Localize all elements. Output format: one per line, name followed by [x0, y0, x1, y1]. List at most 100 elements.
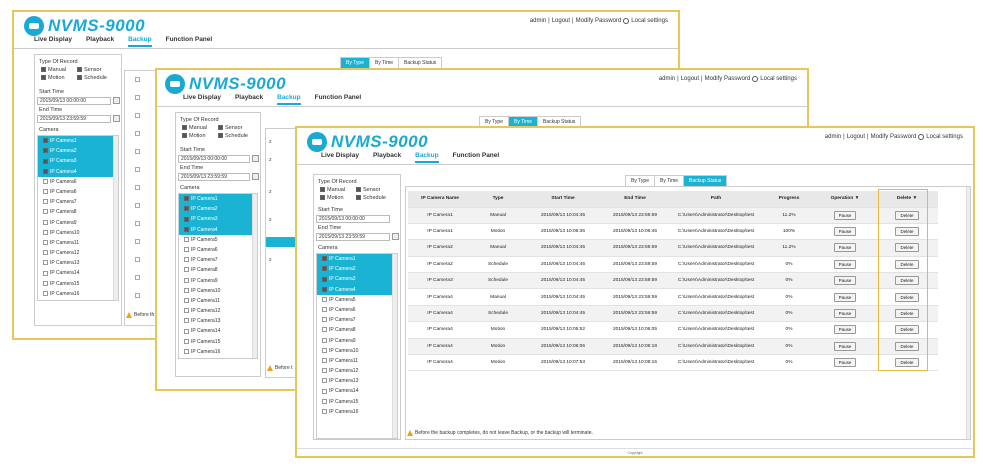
camera-list-item[interactable]: IP Camera2: [179, 204, 257, 215]
camera-list-item[interactable]: IP Camera15: [317, 397, 397, 407]
camera-list-item[interactable]: IP Camera10: [317, 346, 397, 356]
tab-by-type[interactable]: By Type: [341, 58, 370, 68]
camera-list-item[interactable]: IP Camera4: [317, 284, 397, 295]
pause-button[interactable]: Pause: [833, 276, 857, 286]
nav-live-display[interactable]: Live Display: [183, 94, 221, 105]
logout-link[interactable]: Logout: [847, 134, 865, 140]
start-time-input[interactable]: 2015/09/13 00:00:00: [316, 215, 390, 223]
calendar-icon[interactable]: [252, 173, 259, 180]
camera-list-item[interactable]: IP Camera9: [38, 218, 118, 228]
nav-live-display[interactable]: Live Display: [321, 152, 359, 163]
camera-list-item[interactable]: IP Camera3: [38, 156, 118, 167]
camera-list-item[interactable]: IP Camera9: [317, 336, 397, 346]
camera-list-item[interactable]: IP Camera16: [317, 407, 397, 417]
camera-list-item[interactable]: IP Camera8: [179, 265, 257, 275]
camera-list-item[interactable]: IP Camera11: [179, 296, 257, 306]
pause-button[interactable]: Pause: [833, 309, 857, 319]
camera-list-item[interactable]: IP Camera13: [38, 258, 118, 268]
row-checkbox[interactable]: [135, 131, 140, 136]
camera-list-item[interactable]: IP Camera4: [179, 224, 257, 235]
tab-backup-status[interactable]: Backup Status: [399, 58, 441, 68]
camera-list-item[interactable]: IP Camera14: [317, 386, 397, 396]
camera-list-item[interactable]: IP Camera13: [317, 376, 397, 386]
row-checkbox[interactable]: [135, 257, 140, 262]
row-checkbox[interactable]: [135, 95, 140, 100]
camera-list-item[interactable]: IP Camera3: [179, 214, 257, 225]
pause-button[interactable]: Pause: [833, 210, 857, 220]
camera-list-item[interactable]: IP Camera1: [179, 194, 257, 205]
camera-list-item[interactable]: IP Camera16: [38, 289, 118, 299]
camera-list-item[interactable]: IP Camera6: [38, 177, 118, 187]
nav-playback[interactable]: Playback: [235, 94, 263, 105]
camera-list-item[interactable]: IP Camera7: [38, 197, 118, 207]
checkbox-sensor[interactable]: Sensor: [77, 67, 101, 73]
tab-by-time[interactable]: By Time: [655, 176, 685, 186]
camera-list-item[interactable]: IP Camera6: [317, 305, 397, 315]
camera-list-item[interactable]: IP Camera10: [179, 286, 257, 296]
camera-list-item[interactable]: IP Camera11: [317, 356, 397, 366]
checkbox-manual[interactable]: Manual: [320, 187, 345, 193]
camera-list-item[interactable]: IP Camera3: [317, 274, 397, 285]
camera-list-item[interactable]: IP Camera7: [317, 315, 397, 325]
checkbox-motion[interactable]: Motion: [182, 133, 206, 139]
nav-backup[interactable]: Backup: [415, 152, 439, 163]
tab-by-time[interactable]: By Time: [370, 58, 400, 68]
checkbox-motion[interactable]: Motion: [320, 195, 344, 201]
nav-playback[interactable]: Playback: [373, 152, 401, 163]
calendar-icon[interactable]: [113, 97, 120, 104]
checkbox-sensor[interactable]: Sensor: [218, 125, 242, 131]
scrollbar[interactable]: [113, 136, 118, 300]
checkbox-schedule[interactable]: Schedule: [218, 133, 248, 139]
local-settings-link[interactable]: Local settings: [631, 18, 668, 24]
camera-list-item[interactable]: IP Camera14: [179, 326, 257, 336]
row-checkbox[interactable]: [135, 293, 140, 298]
col-operation[interactable]: Operation ▼: [814, 191, 876, 208]
checkbox-schedule[interactable]: Schedule: [356, 195, 386, 201]
row-checkbox[interactable]: [135, 203, 140, 208]
calendar-icon[interactable]: [113, 115, 120, 122]
modify-password-link[interactable]: Modify Password: [576, 18, 622, 24]
nav-backup[interactable]: Backup: [128, 36, 152, 47]
camera-list-item[interactable]: IP Camera5: [179, 235, 257, 245]
camera-list-item[interactable]: IP Camera7: [179, 255, 257, 265]
modify-password-link[interactable]: Modify Password: [705, 76, 751, 82]
camera-list-item[interactable]: IP Camera12: [179, 306, 257, 316]
tab-backup-status[interactable]: Backup Status: [684, 176, 727, 186]
nav-live-display[interactable]: Live Display: [34, 36, 72, 47]
camera-list-item[interactable]: IP Camera6: [38, 187, 118, 197]
logout-link[interactable]: Logout: [552, 18, 570, 24]
row-checkbox[interactable]: [135, 149, 140, 154]
start-time-input[interactable]: 2015/09/13 00:00:00: [37, 97, 111, 105]
camera-list-item[interactable]: IP Camera12: [317, 366, 397, 376]
local-settings-link[interactable]: Local settings: [926, 134, 963, 140]
camera-list-item[interactable]: IP Camera2: [38, 146, 118, 157]
row-checkbox[interactable]: [135, 239, 140, 244]
camera-list-item[interactable]: IP Camera15: [38, 279, 118, 289]
modify-password-link[interactable]: Modify Password: [871, 134, 917, 140]
pause-button[interactable]: Pause: [833, 227, 857, 237]
scrollbar[interactable]: [966, 187, 970, 439]
tab-by-type[interactable]: By Type: [626, 176, 655, 186]
camera-list-item[interactable]: IP Camera12: [38, 248, 118, 258]
row-checkbox[interactable]: [135, 221, 140, 226]
nav-playback[interactable]: Playback: [86, 36, 114, 47]
checkbox-schedule[interactable]: Schedule: [77, 75, 107, 81]
calendar-icon[interactable]: [252, 155, 259, 162]
checkbox-motion[interactable]: Motion: [41, 75, 65, 81]
checkbox-sensor[interactable]: Sensor: [356, 187, 380, 193]
camera-list-item[interactable]: IP Camera16: [179, 347, 257, 357]
camera-list-item[interactable]: IP Camera2: [317, 264, 397, 275]
checkbox-manual[interactable]: Manual: [182, 125, 207, 131]
row-checkbox[interactable]: [135, 77, 140, 82]
nav-function-panel[interactable]: Function Panel: [166, 36, 213, 47]
camera-list-item[interactable]: IP Camera15: [179, 337, 257, 347]
end-time-input[interactable]: 2015/09/13 23:59:59: [316, 233, 390, 241]
camera-list-item[interactable]: IP Camera4: [38, 166, 118, 177]
logout-link[interactable]: Logout: [681, 76, 699, 82]
pause-button[interactable]: Pause: [833, 341, 857, 351]
pause-button[interactable]: Pause: [833, 325, 857, 335]
camera-list-item[interactable]: IP Camera11: [38, 238, 118, 248]
pause-button[interactable]: Pause: [833, 358, 857, 368]
camera-list-item[interactable]: IP Camera8: [317, 325, 397, 335]
row-checkbox[interactable]: [135, 185, 140, 190]
